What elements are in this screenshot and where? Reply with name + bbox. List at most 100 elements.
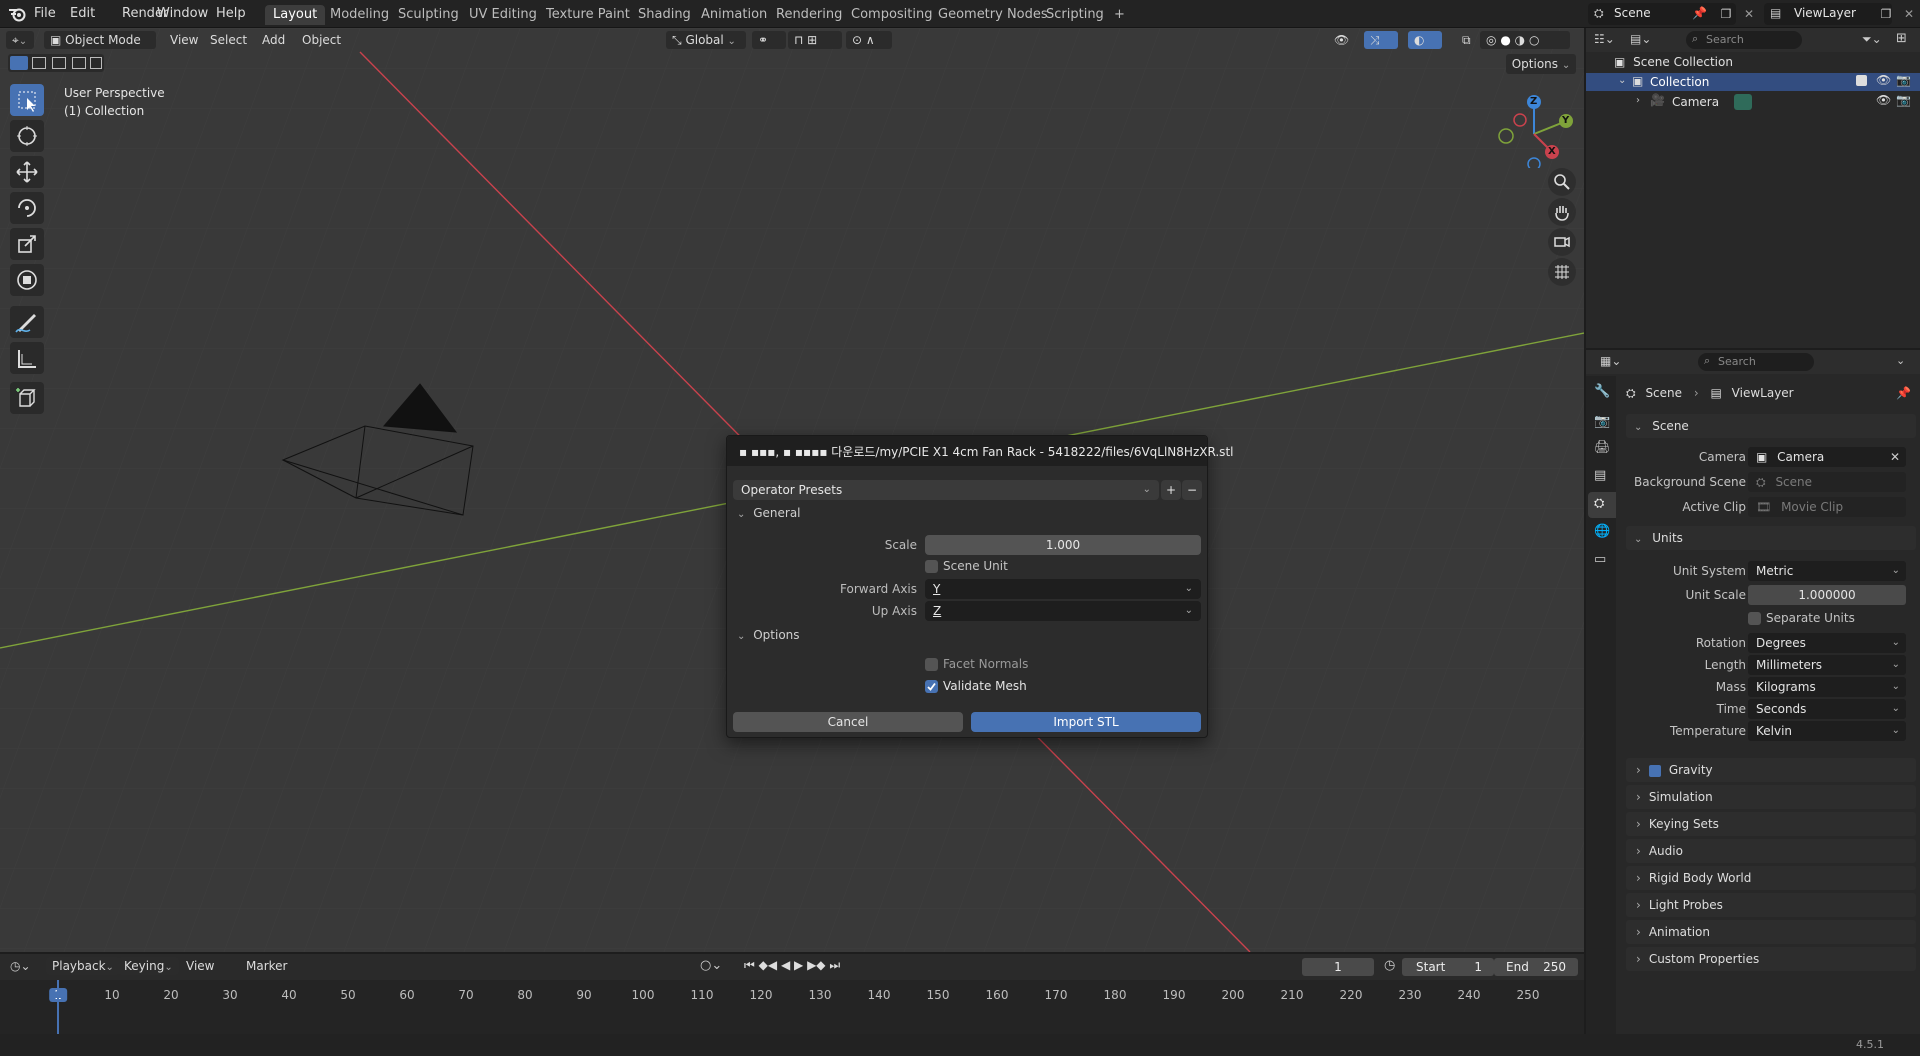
outliner-search[interactable]: ⌕ Search bbox=[1686, 31, 1802, 49]
import-stl-button[interactable]: Import STL bbox=[971, 712, 1201, 732]
visibility-icon[interactable]: 👁 bbox=[1328, 31, 1358, 49]
render-camera-icon[interactable]: 📷 bbox=[1896, 73, 1911, 87]
menu-help[interactable]: Help bbox=[216, 0, 246, 28]
collection-checkbox[interactable] bbox=[1856, 75, 1867, 86]
new-scene-icon[interactable]: ❐ bbox=[1716, 4, 1736, 24]
rendered-shading-icon[interactable]: ○ bbox=[1529, 33, 1539, 47]
outliner-row-scene-collection[interactable]: ▣ Scene Collection bbox=[1614, 55, 1733, 69]
transform-orientation-dropdown[interactable]: ⤡ Global ⌄ bbox=[666, 31, 746, 49]
wireframe-shading-icon[interactable]: ◎ bbox=[1486, 33, 1496, 47]
options-section-header[interactable]: ⌄ Options bbox=[737, 628, 800, 642]
scale-tool[interactable] bbox=[10, 228, 44, 260]
unit-scale-field[interactable]: 1.000000 bbox=[1748, 585, 1906, 605]
panel-audio[interactable]: › Audio bbox=[1626, 839, 1916, 863]
options-dropdown[interactable]: Options ⌄ bbox=[1506, 54, 1576, 74]
panel-gravity[interactable]: › Gravity bbox=[1626, 758, 1916, 782]
select-intersect-icon[interactable] bbox=[90, 57, 102, 69]
cancel-button[interactable]: Cancel bbox=[733, 712, 963, 732]
render-tab-icon[interactable]: 📷 bbox=[1594, 414, 1610, 429]
mode-dropdown[interactable]: ▣ Object Mode ⌄ bbox=[44, 31, 156, 65]
playhead[interactable] bbox=[57, 980, 59, 1034]
properties-search[interactable]: ⌕ Search bbox=[1698, 353, 1814, 371]
chevron-right-icon[interactable]: › bbox=[1636, 95, 1640, 106]
viewport-menu-select[interactable]: Select bbox=[204, 31, 253, 49]
rotate-tool[interactable] bbox=[10, 192, 44, 224]
general-section-header[interactable]: ⌄ General bbox=[737, 506, 801, 520]
tool-tab-icon[interactable]: 🔧 bbox=[1594, 384, 1610, 399]
add-workspace-button[interactable]: + bbox=[1106, 5, 1133, 25]
camera-field[interactable]: ▣ Camera ✕ bbox=[1748, 447, 1906, 467]
new-collection-icon[interactable]: ⊞ bbox=[1896, 31, 1907, 46]
scene-unit-checkbox[interactable] bbox=[925, 560, 938, 573]
tab-scripting[interactable]: Scripting bbox=[1038, 5, 1112, 25]
editor-type-icon[interactable]: ⌖⌄ bbox=[6, 31, 34, 49]
tab-layout[interactable]: Layout bbox=[265, 5, 326, 25]
tab-modeling[interactable]: Modeling bbox=[322, 5, 397, 25]
transform-tool[interactable] bbox=[10, 264, 44, 296]
render-camera-icon[interactable]: 📷 bbox=[1896, 93, 1911, 107]
properties-editor-icon[interactable]: ▦⌄ bbox=[1600, 354, 1621, 368]
dialog-title-bar[interactable]: ▪ ▪▪▪, ▪ ▪▪▪▪ 다운로드/my/PCIE X1 4cm Fan Ra… bbox=[727, 436, 1233, 466]
select-new-icon[interactable] bbox=[10, 56, 28, 70]
pin-icon[interactable]: 📌 bbox=[1692, 6, 1707, 20]
gravity-checkbox[interactable] bbox=[1648, 764, 1661, 777]
eye-icon[interactable]: 👁 bbox=[1876, 93, 1891, 107]
menu-file[interactable]: File bbox=[34, 0, 56, 28]
pan-hand-icon[interactable] bbox=[1548, 198, 1576, 226]
proportional-edit-icon[interactable]: ⊙ ∧ bbox=[846, 31, 892, 49]
measure-tool[interactable] bbox=[10, 342, 44, 374]
facet-normals-checkbox[interactable] bbox=[925, 658, 938, 671]
temperature-dropdown[interactable]: Kelvin ⌄ bbox=[1748, 721, 1906, 741]
units-panel-header[interactable]: ⌄ Units bbox=[1626, 526, 1916, 550]
tab-geometry-nodes[interactable]: Geometry Nodes bbox=[930, 5, 1056, 25]
panel-light-probes[interactable]: › Light Probes bbox=[1626, 893, 1916, 917]
view-layer-selector[interactable]: ▤ ViewLayer bbox=[1764, 3, 1892, 25]
panel-custom-properties[interactable]: › Custom Properties bbox=[1626, 947, 1916, 971]
new-view-layer-icon[interactable]: ❐ bbox=[1876, 4, 1896, 24]
viewport-menu-add[interactable]: Add bbox=[256, 31, 291, 49]
chevron-down-icon[interactable]: ⌄ bbox=[1896, 354, 1905, 367]
mass-dropdown[interactable]: Kilograms ⌄ bbox=[1748, 677, 1906, 697]
gizmo-toggle-icon[interactable]: ⤨ bbox=[1364, 31, 1398, 49]
tab-sculpting[interactable]: Sculpting bbox=[390, 5, 467, 25]
tab-shading[interactable]: Shading bbox=[630, 5, 699, 25]
background-scene-field[interactable]: ⛭ Scene bbox=[1748, 472, 1906, 492]
select-subtract-icon[interactable] bbox=[52, 57, 66, 69]
overlay-toggle-icon[interactable]: ◐ bbox=[1408, 31, 1442, 49]
remove-preset-button[interactable]: − bbox=[1182, 480, 1202, 500]
panel-animation[interactable]: › Animation bbox=[1626, 920, 1916, 944]
move-tool[interactable] bbox=[10, 156, 44, 188]
filter-icon[interactable]: ⏷⌄ bbox=[1862, 32, 1882, 47]
time-dropdown[interactable]: Seconds ⌄ bbox=[1748, 699, 1906, 719]
add-preset-button[interactable]: + bbox=[1161, 480, 1181, 500]
unit-system-dropdown[interactable]: Metric ⌄ bbox=[1748, 561, 1906, 581]
panel-simulation[interactable]: › Simulation bbox=[1626, 785, 1916, 809]
camera-view-icon[interactable] bbox=[1548, 228, 1576, 256]
annotate-tool[interactable] bbox=[10, 306, 44, 338]
snap-icon[interactable]: ⊓ ⊞ bbox=[788, 31, 842, 49]
menu-edit[interactable]: Edit bbox=[70, 0, 95, 28]
validate-mesh-checkbox[interactable] bbox=[925, 680, 938, 693]
outliner-editor-icon[interactable]: ☷⌄ bbox=[1594, 32, 1615, 46]
menu-window[interactable]: Window bbox=[157, 0, 208, 28]
scene-selector[interactable]: ⛭ Scene 📌 bbox=[1588, 3, 1736, 25]
panel-rigid-body-world[interactable]: › Rigid Body World bbox=[1626, 866, 1916, 890]
forward-axis-dropdown[interactable]: Y ⌄ bbox=[925, 579, 1201, 599]
outliner-row-camera[interactable]: › 🎥 Camera 👁 📷 bbox=[1586, 93, 1920, 111]
viewport-menu-view[interactable]: View bbox=[164, 31, 204, 49]
viewport-menu-object[interactable]: Object bbox=[296, 31, 347, 49]
world-tab-icon[interactable]: 🌐 bbox=[1594, 524, 1610, 539]
solid-shading-icon[interactable]: ● bbox=[1500, 33, 1510, 47]
frame-ruler[interactable]: 1102030405060708090100110120130140150160… bbox=[0, 954, 1584, 1034]
blender-logo-icon[interactable] bbox=[8, 6, 26, 22]
tab-rendering[interactable]: Rendering bbox=[768, 5, 850, 25]
cursor-tool[interactable] bbox=[10, 120, 44, 152]
select-extend-icon[interactable] bbox=[32, 57, 46, 69]
display-mode-icon[interactable]: ▤⌄ bbox=[1630, 32, 1651, 46]
separate-units-checkbox[interactable] bbox=[1748, 612, 1761, 625]
outliner-row-collection[interactable]: ⌄ ▣ Collection 👁 📷 bbox=[1586, 73, 1920, 91]
select-invert-icon[interactable] bbox=[72, 57, 86, 69]
tab-animation[interactable]: Animation bbox=[693, 5, 775, 25]
active-clip-field[interactable]: 🎞 Movie Clip bbox=[1748, 497, 1906, 517]
pin-icon[interactable]: 📌 bbox=[1896, 386, 1911, 400]
